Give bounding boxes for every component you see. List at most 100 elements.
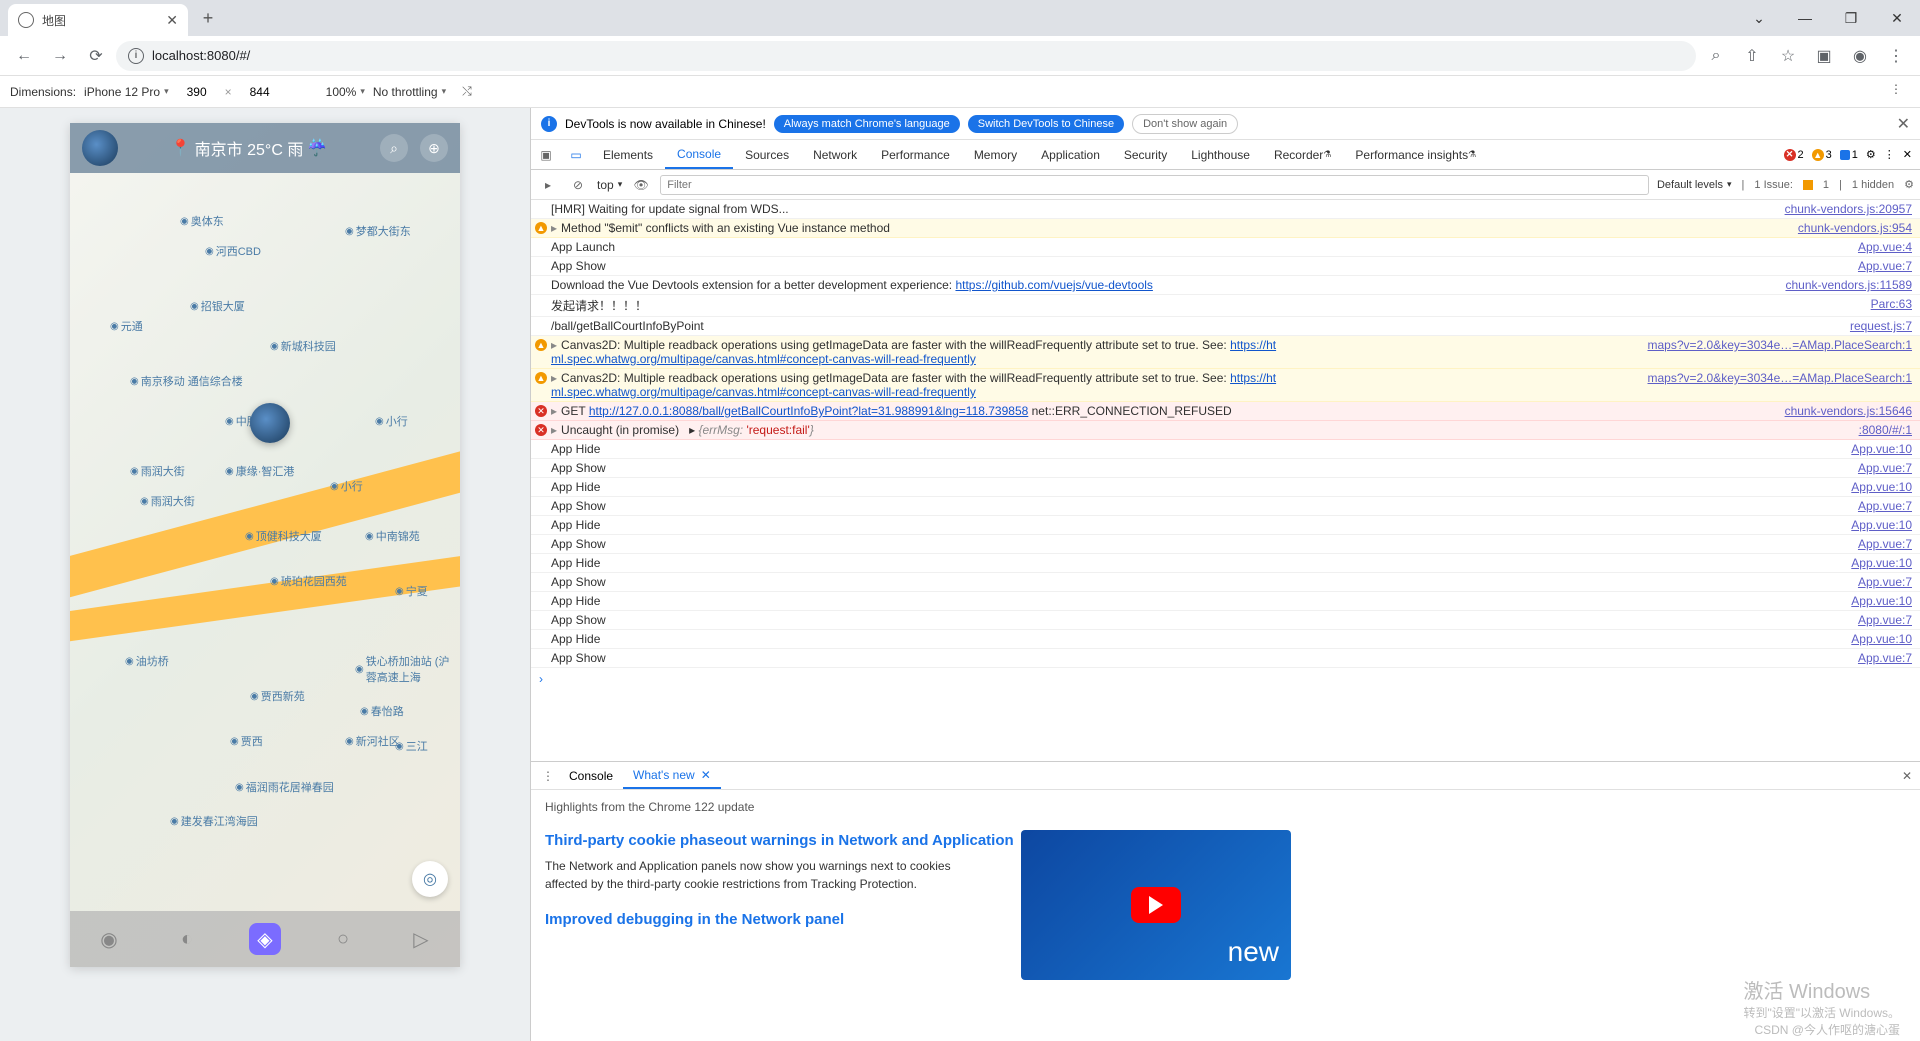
- console-log-row[interactable]: App ShowApp.vue:7: [531, 257, 1920, 276]
- console-log-list[interactable]: [HMR] Waiting for update signal from WDS…: [531, 200, 1920, 761]
- console-log-row[interactable]: /ball/getBallCourtInfoByPointrequest.js:…: [531, 317, 1920, 336]
- console-log-row[interactable]: ✕▸GET http://127.0.0.1:8088/ball/getBall…: [531, 402, 1920, 421]
- drawer-tab-whatsnew[interactable]: What's new✕: [623, 762, 721, 789]
- height-input[interactable]: [240, 85, 280, 99]
- map-poi[interactable]: 新河社区: [345, 733, 400, 749]
- map-canvas[interactable]: 奥体东河西CBD梦都大街东招银大厦元通新城科技园南京移动 通信综合楼中胜小行雨润…: [70, 123, 460, 967]
- share-icon[interactable]: ⇧: [1736, 40, 1768, 72]
- log-source-link[interactable]: request.js:7: [1850, 319, 1912, 333]
- avatar[interactable]: [82, 130, 118, 166]
- log-source-link[interactable]: App.vue:10: [1851, 594, 1912, 608]
- log-source-link[interactable]: Parc:63: [1871, 297, 1912, 311]
- close-icon[interactable]: ✕: [701, 768, 711, 782]
- log-source-link[interactable]: maps?v=2.0&key=3034e…=AMap.PlaceSearch:1: [1648, 338, 1913, 352]
- console-log-row[interactable]: App HideApp.vue:10: [531, 516, 1920, 535]
- map-poi[interactable]: 顶健科技大厦: [245, 528, 322, 544]
- map-poi[interactable]: 福润雨花居禅春园: [235, 779, 334, 795]
- switch-language-button[interactable]: Switch DevTools to Chinese: [968, 115, 1124, 133]
- log-source-link[interactable]: chunk-vendors.js:954: [1798, 221, 1912, 235]
- sidepanel-icon[interactable]: ▣: [1808, 40, 1840, 72]
- context-select[interactable]: top: [597, 178, 622, 192]
- devtools-tab-console[interactable]: Console: [665, 140, 733, 169]
- search-icon[interactable]: ⌕: [1700, 40, 1732, 72]
- devtools-tab-network[interactable]: Network: [801, 140, 869, 169]
- globe-icon[interactable]: ⊕: [420, 134, 448, 162]
- map-poi[interactable]: 铁心桥加油站 (沪蓉高速上海: [355, 653, 460, 685]
- map-poi[interactable]: 小行: [330, 478, 363, 494]
- map-poi[interactable]: 雨润大街: [140, 493, 195, 509]
- log-source-link[interactable]: App.vue:7: [1858, 461, 1912, 475]
- rotate-icon[interactable]: ⤭: [462, 84, 472, 99]
- map-poi[interactable]: 招银大厦: [190, 298, 245, 314]
- console-log-row[interactable]: App HideApp.vue:10: [531, 554, 1920, 573]
- console-log-row[interactable]: App HideApp.vue:10: [531, 592, 1920, 611]
- device-select[interactable]: iPhone 12 Pro: [84, 85, 169, 99]
- log-source-link[interactable]: App.vue:7: [1858, 259, 1912, 273]
- drawer-menu-icon[interactable]: ⋮: [537, 769, 559, 783]
- console-prompt[interactable]: ›: [531, 668, 1920, 690]
- browser-tab[interactable]: 地图 ✕: [8, 4, 188, 36]
- console-log-row[interactable]: [HMR] Waiting for update signal from WDS…: [531, 200, 1920, 219]
- drawer-tab-console[interactable]: Console: [559, 762, 623, 789]
- live-expression-icon[interactable]: 👁: [630, 178, 652, 192]
- device-menu-icon[interactable]: ⋮: [1890, 82, 1910, 102]
- user-location-marker[interactable]: [250, 403, 290, 443]
- news-video-thumbnail[interactable]: new: [1021, 830, 1291, 980]
- back-button[interactable]: ←: [8, 40, 40, 72]
- devtools-tab-performance-insights[interactable]: Performance insights ⚗: [1343, 140, 1488, 169]
- hidden-count[interactable]: 1 hidden: [1852, 179, 1894, 191]
- console-log-row[interactable]: App HideApp.vue:10: [531, 630, 1920, 649]
- log-source-link[interactable]: App.vue:7: [1858, 575, 1912, 589]
- map-poi[interactable]: 油坊桥: [125, 653, 169, 669]
- console-log-row[interactable]: ▲▸Canvas2D: Multiple readback operations…: [531, 336, 1920, 369]
- devtools-tab-security[interactable]: Security: [1112, 140, 1179, 169]
- devtools-tab-memory[interactable]: Memory: [962, 140, 1029, 169]
- levels-select[interactable]: Default levels: [1657, 179, 1732, 191]
- map-poi[interactable]: 建发春江湾海园: [170, 813, 258, 829]
- gear-icon[interactable]: ⚙: [1866, 148, 1876, 161]
- devtools-tab-recorder[interactable]: Recorder ⚗: [1262, 140, 1343, 169]
- console-log-row[interactable]: App ShowApp.vue:7: [531, 573, 1920, 592]
- log-source-link[interactable]: App.vue:10: [1851, 442, 1912, 456]
- throttling-select[interactable]: No throttling: [373, 85, 446, 99]
- map-poi[interactable]: 南京移动 通信综合楼: [130, 373, 243, 389]
- nav-message-icon[interactable]: ○: [327, 923, 359, 955]
- filter-input[interactable]: [660, 175, 1649, 195]
- menu-icon[interactable]: ⋮: [1880, 40, 1912, 72]
- map-poi[interactable]: 河西CBD: [205, 243, 261, 259]
- map-poi[interactable]: 小行: [375, 413, 408, 429]
- width-input[interactable]: [177, 85, 217, 99]
- device-frame[interactable]: 奥体东河西CBD梦都大街东招银大厦元通新城科技园南京移动 通信综合楼中胜小行雨润…: [70, 123, 460, 967]
- issues-label[interactable]: 1 Issue:: [1754, 179, 1793, 191]
- console-log-row[interactable]: ✕▸Uncaught (in promise) ▸ {errMsg: 'requ…: [531, 421, 1920, 440]
- console-log-row[interactable]: App HideApp.vue:10: [531, 440, 1920, 459]
- nav-compass-icon[interactable]: ◐: [171, 923, 203, 955]
- map-poi[interactable]: 康缘·智汇港: [225, 463, 294, 479]
- map-poi[interactable]: 三江: [395, 738, 428, 754]
- console-log-row[interactable]: App ShowApp.vue:7: [531, 497, 1920, 516]
- close-button[interactable]: ✕: [1874, 0, 1920, 36]
- bookmark-icon[interactable]: ☆: [1772, 40, 1804, 72]
- map-poi[interactable]: 新城科技园: [270, 338, 336, 354]
- console-log-row[interactable]: App ShowApp.vue:7: [531, 459, 1920, 478]
- log-source-link[interactable]: chunk-vendors.js:15646: [1785, 404, 1912, 418]
- devtools-tab-performance[interactable]: Performance: [869, 140, 962, 169]
- map-poi[interactable]: 宁夏: [395, 583, 428, 599]
- inspect-icon[interactable]: ▣: [531, 148, 561, 162]
- log-source-link[interactable]: App.vue:4: [1858, 240, 1912, 254]
- map-poi[interactable]: 贾西新苑: [250, 688, 305, 704]
- map-poi[interactable]: 贾西: [230, 733, 263, 749]
- chevron-down-icon[interactable]: ⌄: [1736, 0, 1782, 36]
- map-poi[interactable]: 中南锦苑: [365, 528, 420, 544]
- close-icon[interactable]: ✕: [166, 12, 178, 29]
- log-source-link[interactable]: App.vue:10: [1851, 556, 1912, 570]
- log-source-link[interactable]: :8080/#/:1: [1859, 423, 1912, 437]
- console-log-row[interactable]: 发起请求！！！！Parc:63: [531, 295, 1920, 317]
- map-poi[interactable]: 春怡路: [360, 703, 404, 719]
- log-source-link[interactable]: App.vue:10: [1851, 518, 1912, 532]
- device-mode-icon[interactable]: ▭: [561, 148, 591, 162]
- dont-show-button[interactable]: Don't show again: [1132, 114, 1238, 134]
- search-icon[interactable]: ⌕: [380, 134, 408, 162]
- map-poi[interactable]: 奥体东: [180, 213, 224, 229]
- map-poi[interactable]: 雨润大街: [130, 463, 185, 479]
